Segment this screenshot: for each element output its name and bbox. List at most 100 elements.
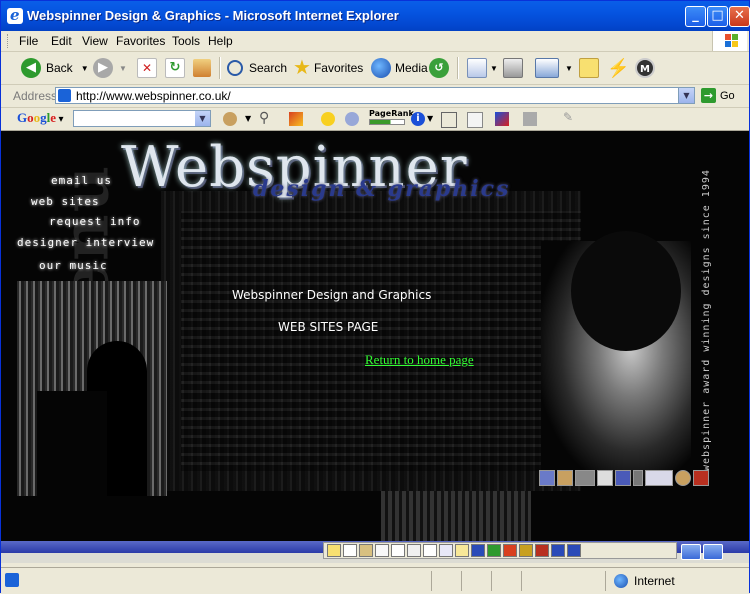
ie-app-icon bbox=[7, 6, 23, 24]
page-info-icon[interactable] bbox=[467, 112, 483, 128]
office-shortcut-icon[interactable] bbox=[551, 544, 565, 557]
popup-blocker-icon[interactable] bbox=[495, 112, 509, 126]
menu-edit[interactable]: Edit bbox=[51, 34, 72, 48]
powerpoint-icon[interactable] bbox=[503, 544, 517, 557]
nav-request-info[interactable]: request info bbox=[49, 215, 140, 228]
nav-web-sites[interactable]: web sites bbox=[31, 195, 100, 208]
award-badge[interactable] bbox=[557, 470, 573, 486]
back-button[interactable]: ◀ Back ▼ bbox=[21, 56, 89, 80]
maximize-button[interactable]: □ bbox=[707, 6, 728, 27]
nav-designer-interview[interactable]: designer interview bbox=[17, 236, 154, 249]
edit-dropdown-icon[interactable]: ▼ bbox=[565, 64, 573, 73]
address-dropdown-icon[interactable]: ▼ bbox=[678, 88, 694, 103]
nav-our-music[interactable]: our music bbox=[39, 259, 108, 272]
up-folder-icon[interactable] bbox=[441, 112, 457, 128]
restore-icon[interactable] bbox=[681, 544, 701, 560]
award-badge[interactable] bbox=[575, 470, 595, 486]
stop-button[interactable]: ✕ bbox=[137, 56, 157, 80]
office-shortcut-icon[interactable] bbox=[327, 544, 341, 557]
office-shortcut-icon[interactable] bbox=[407, 544, 421, 557]
google-search-dropdown-icon[interactable]: ▼ bbox=[245, 114, 259, 128]
office-shortcut-icon[interactable] bbox=[535, 544, 549, 557]
award-badge[interactable] bbox=[633, 470, 643, 486]
messenger-button[interactable]: ⚡ bbox=[607, 56, 629, 80]
go-button[interactable]: → Go bbox=[701, 88, 735, 103]
return-home-link[interactable]: Return to home page bbox=[365, 352, 474, 368]
google-search-web-icon[interactable] bbox=[223, 112, 237, 126]
toolbar-extra-button[interactable]: M bbox=[635, 56, 655, 80]
close-button[interactable]: ✕ bbox=[729, 6, 750, 27]
edit-page-icon bbox=[535, 58, 559, 78]
autofill-icon[interactable] bbox=[523, 112, 537, 126]
minimize-button[interactable]: _ bbox=[685, 6, 706, 27]
history-button[interactable]: ↺ bbox=[429, 56, 449, 80]
nav-email-us[interactable]: email us bbox=[51, 174, 112, 187]
address-url[interactable]: http://www.webspinner.co.uk/ bbox=[76, 89, 231, 103]
back-dropdown-icon[interactable]: ▼ bbox=[81, 64, 89, 73]
word-icon[interactable] bbox=[471, 544, 485, 557]
office-shortcut-icon[interactable] bbox=[519, 544, 533, 557]
background-texture bbox=[181, 211, 581, 471]
google-logo[interactable]: Google ▾ bbox=[17, 110, 64, 126]
menu-favorites[interactable]: Favorites bbox=[116, 34, 165, 48]
office-shortcut-icon[interactable] bbox=[359, 544, 373, 557]
menu-bar: File Edit View Favorites Tools Help bbox=[1, 31, 749, 52]
window-title: Webspinner Design & Graphics - Microsoft… bbox=[27, 8, 399, 23]
forward-dropdown-icon[interactable]: ▼ bbox=[119, 64, 127, 73]
google-search-input[interactable]: ▼ bbox=[73, 110, 211, 127]
award-badge[interactable] bbox=[645, 470, 673, 486]
refresh-button[interactable]: ↻ bbox=[165, 56, 185, 80]
pagerank-indicator[interactable]: PageRank bbox=[369, 109, 414, 125]
go-arrow-icon: → bbox=[701, 88, 716, 103]
highlight-pen-icon[interactable]: ✎ bbox=[563, 110, 577, 124]
favorites-button[interactable]: ★ Favorites bbox=[293, 56, 363, 80]
award-badge[interactable] bbox=[693, 470, 709, 486]
award-badge[interactable] bbox=[597, 470, 613, 486]
word-icon[interactable] bbox=[567, 544, 581, 557]
search-button[interactable]: Search bbox=[227, 56, 287, 80]
toolbar-grip[interactable] bbox=[7, 34, 11, 48]
restore-icon[interactable] bbox=[703, 544, 723, 560]
home-button[interactable] bbox=[193, 56, 211, 80]
forward-button[interactable]: ▶ ▼ bbox=[93, 56, 127, 80]
menu-view[interactable]: View bbox=[82, 34, 108, 48]
face-image bbox=[541, 231, 691, 481]
silhouette-image bbox=[17, 281, 167, 496]
title-bar: Webspinner Design & Graphics - Microsoft… bbox=[1, 1, 750, 31]
google-news-icon[interactable] bbox=[289, 112, 303, 126]
award-badge[interactable] bbox=[675, 470, 691, 486]
frown-icon[interactable] bbox=[345, 112, 359, 126]
restore-buttons bbox=[681, 544, 723, 560]
address-label: Address bbox=[13, 89, 58, 103]
award-badges bbox=[539, 470, 709, 486]
info-dropdown-icon[interactable]: ▼ bbox=[427, 114, 441, 128]
print-button[interactable] bbox=[503, 56, 523, 80]
office-shortcut-icon[interactable] bbox=[343, 544, 357, 557]
mail-button[interactable]: ▼ bbox=[467, 56, 498, 80]
menu-file[interactable]: File bbox=[19, 34, 38, 48]
edit-button[interactable]: ▼ bbox=[535, 56, 573, 80]
media-button[interactable]: Media bbox=[371, 56, 428, 80]
google-search-site-icon[interactable]: ⚲ bbox=[259, 110, 273, 126]
stop-icon: ✕ bbox=[137, 58, 157, 78]
office-shortcut-icon[interactable] bbox=[423, 544, 437, 557]
address-input[interactable]: http://www.webspinner.co.uk/ ▼ bbox=[55, 87, 695, 104]
award-badge[interactable] bbox=[539, 470, 555, 486]
office-shortcut-icon[interactable] bbox=[455, 544, 469, 557]
mail-dropdown-icon[interactable]: ▼ bbox=[490, 64, 498, 73]
security-zone: Internet bbox=[605, 571, 748, 591]
excel-icon[interactable] bbox=[487, 544, 501, 557]
google-dropdown-icon[interactable]: ▼ bbox=[195, 111, 210, 126]
smiley-icon[interactable] bbox=[321, 112, 335, 126]
award-badge[interactable] bbox=[615, 470, 631, 486]
office-shortcut-icon[interactable] bbox=[391, 544, 405, 557]
discuss-button[interactable] bbox=[579, 56, 599, 80]
page-icon bbox=[58, 89, 71, 102]
page-status-icon bbox=[5, 573, 19, 587]
office-shortcut-icon[interactable] bbox=[439, 544, 453, 557]
info-icon[interactable]: i bbox=[411, 112, 425, 126]
menu-tools[interactable]: Tools bbox=[172, 34, 200, 48]
history-icon: ↺ bbox=[429, 58, 449, 78]
office-shortcut-icon[interactable] bbox=[375, 544, 389, 557]
menu-help[interactable]: Help bbox=[208, 34, 233, 48]
